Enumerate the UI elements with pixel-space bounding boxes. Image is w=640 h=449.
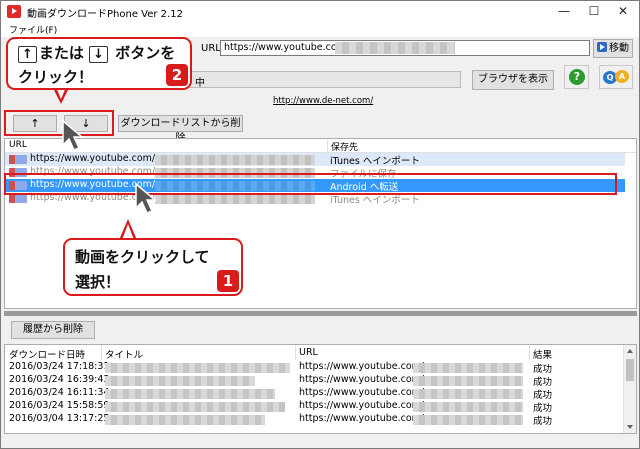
video-icon <box>9 194 27 203</box>
table-row[interactable]: 2016/03/24 16:39:43 https://www.youtube.… <box>5 374 623 388</box>
history-url: https://www.youtube.com/ <box>299 374 425 385</box>
col-separator[interactable] <box>529 345 530 360</box>
col-separator[interactable] <box>101 345 102 360</box>
close-button[interactable]: ✕ <box>608 1 638 22</box>
title-blurred <box>105 389 275 399</box>
title-blurred <box>105 402 285 412</box>
history-datetime: 2016/03/24 16:11:34 <box>9 387 110 398</box>
highlight-selected-row <box>4 173 617 195</box>
callout-step2-mid: または <box>38 44 84 62</box>
col-destination[interactable]: 保存先 <box>331 140 358 153</box>
table-row[interactable]: 2016/03/24 16:11:34 https://www.youtube.… <box>5 387 623 401</box>
url-blurred-part <box>413 402 523 412</box>
url-blurred-part <box>413 415 523 425</box>
history-result: 成功 <box>533 377 553 388</box>
list-item-destination: iTunes へインポート <box>330 156 420 167</box>
url-blurred-part <box>413 363 523 373</box>
scroll-down-icon[interactable] <box>627 425 633 429</box>
move-button-label: 移動 <box>609 43 629 54</box>
col-separator[interactable] <box>327 139 328 153</box>
download-list-header: URL 保存先 <box>5 139 636 153</box>
history-list[interactable]: ダウンロード日時 タイトル URL 結果 2016/03/24 17:18:31… <box>4 344 637 434</box>
qa-button[interactable]: Q A <box>599 65 633 89</box>
url-blurred-part <box>335 42 455 54</box>
url-blurred-part <box>155 155 315 165</box>
mouse-cursor-icon <box>62 119 85 151</box>
menu-bar: ファイル(F) <box>1 22 639 37</box>
history-result: 成功 <box>533 416 553 427</box>
status-text: 中 <box>195 78 205 89</box>
scroll-thumb[interactable] <box>626 359 634 381</box>
history-datetime: 2016/03/04 13:17:25 <box>9 413 110 424</box>
step-badge-1: 1 <box>217 270 239 292</box>
callout-step1: 動画をクリックして 選択！ 1 <box>63 238 243 296</box>
menu-file[interactable]: ファイル(F) <box>9 23 57 36</box>
delete-history-button[interactable]: 履歴から削除 <box>11 321 95 339</box>
site-link[interactable]: http://www.de-net.com/ <box>273 96 373 106</box>
history-scrollbar[interactable] <box>623 345 636 433</box>
history-result: 成功 <box>533 390 553 401</box>
title-bar: 動画ダウンロードPhone Ver 2.12 — ☐ ✕ <box>1 1 639 22</box>
help-button[interactable]: ? <box>564 65 589 89</box>
table-row[interactable]: 2016/03/04 13:17:25 https://www.youtube.… <box>5 413 623 427</box>
url-blurred-part <box>413 389 523 399</box>
down-key-icon: ↓ <box>89 46 109 63</box>
title-blurred <box>105 363 290 373</box>
up-key-icon: ↑ <box>18 46 37 63</box>
qa-a-icon: A <box>615 70 629 83</box>
col-separator[interactable] <box>295 345 296 360</box>
callout-step2-end: ボタンを <box>115 44 176 62</box>
step-badge-2: 2 <box>166 64 188 86</box>
history-url: https://www.youtube.com/ <box>299 413 425 424</box>
col-url[interactable]: URL <box>299 347 318 358</box>
title-blurred <box>105 415 265 425</box>
video-icon <box>9 155 27 164</box>
scroll-up-icon[interactable] <box>627 349 633 353</box>
list-item-url: https://www.youtube.com/ <box>30 153 156 164</box>
highlight-updown-buttons <box>4 110 114 136</box>
history-url: https://www.youtube.com/ <box>299 400 425 411</box>
col-datetime[interactable]: ダウンロード日時 <box>9 347 85 361</box>
history-result: 成功 <box>533 364 553 375</box>
url-label: URL <box>201 43 221 54</box>
url-blurred-part <box>155 194 315 204</box>
history-datetime: 2016/03/24 15:58:59 <box>9 400 110 411</box>
window-title: 動画ダウンロードPhone Ver 2.12 <box>27 9 183 20</box>
arrow-right-icon <box>597 42 607 52</box>
col-title[interactable]: タイトル <box>105 347 143 361</box>
callout-step1-line1: 動画をクリックして <box>75 248 210 266</box>
history-result: 成功 <box>533 403 553 414</box>
url-blurred-part <box>413 376 523 386</box>
app-logo-icon <box>7 5 21 18</box>
panel-splitter[interactable] <box>4 311 637 316</box>
callout-step1-line2: 選択！ <box>75 273 121 291</box>
callout-step2: ↑ または ↓ ボタンを クリック！ 2 <box>6 37 192 90</box>
app-window: 動画ダウンロードPhone Ver 2.12 — ☐ ✕ ファイル(F) URL… <box>0 0 640 449</box>
title-blurred <box>105 376 255 386</box>
delete-from-list-button[interactable]: ダウンロードリストから削除 <box>118 115 243 144</box>
maximize-button[interactable]: ☐ <box>579 1 609 22</box>
callout-step2-line2: クリック！ <box>18 68 94 86</box>
table-row[interactable]: 2016/03/24 15:58:59 https://www.youtube.… <box>5 400 623 414</box>
history-url: https://www.youtube.com/ <box>299 361 425 372</box>
table-row[interactable]: 2016/03/24 17:18:31 https://www.youtube.… <box>5 361 623 375</box>
show-browser-button[interactable]: ブラウザを表示 <box>472 70 554 90</box>
history-url: https://www.youtube.com/ <box>299 387 425 398</box>
help-icon: ? <box>569 69 585 85</box>
col-result[interactable]: 結果 <box>533 347 552 361</box>
move-button[interactable]: 移動 <box>593 39 633 58</box>
history-datetime: 2016/03/24 17:18:31 <box>9 361 110 372</box>
callout-step2-line1: ↑ または ↓ ボタンを <box>18 42 175 63</box>
col-url[interactable]: URL <box>9 140 27 150</box>
list-item[interactable]: https://www.youtube.com/ iTunes へインポート <box>5 153 625 167</box>
history-datetime: 2016/03/24 16:39:43 <box>9 374 110 385</box>
mouse-cursor-icon <box>135 182 158 214</box>
minimize-button[interactable]: — <box>549 1 579 22</box>
